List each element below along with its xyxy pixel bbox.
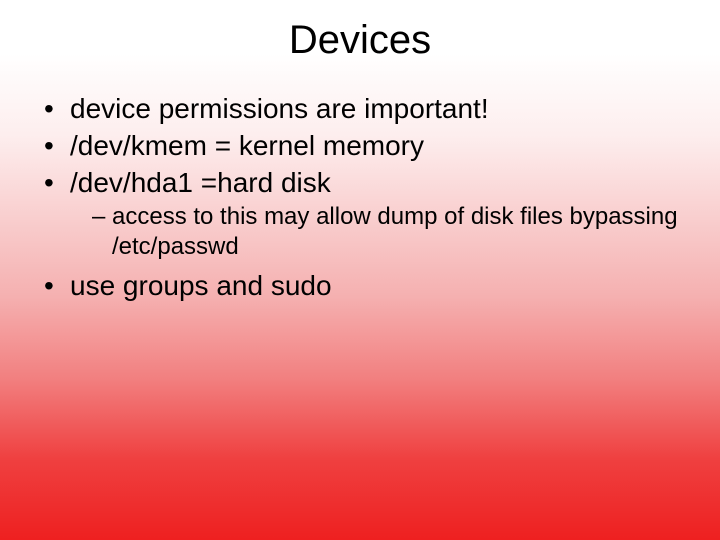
list-item: device permissions are important! — [42, 91, 690, 126]
bullet-list: device permissions are important! /dev/k… — [30, 91, 690, 303]
bullet-text: access to this may allow dump of disk fi… — [112, 203, 678, 260]
list-item: use groups and sudo — [42, 268, 690, 303]
slide-title: Devices — [30, 18, 690, 63]
bullet-text: device permissions are important! — [70, 93, 489, 124]
list-item: /dev/kmem = kernel memory — [42, 128, 690, 163]
bullet-text: use groups and sudo — [70, 270, 332, 301]
slide: Devices device permissions are important… — [0, 0, 720, 540]
sub-bullet-list: access to this may allow dump of disk fi… — [70, 202, 690, 262]
list-item: access to this may allow dump of disk fi… — [92, 202, 690, 262]
bullet-text: /dev/hda1 =hard disk — [70, 167, 331, 198]
list-item: /dev/hda1 =hard disk access to this may … — [42, 165, 690, 262]
bullet-text: /dev/kmem = kernel memory — [70, 130, 424, 161]
